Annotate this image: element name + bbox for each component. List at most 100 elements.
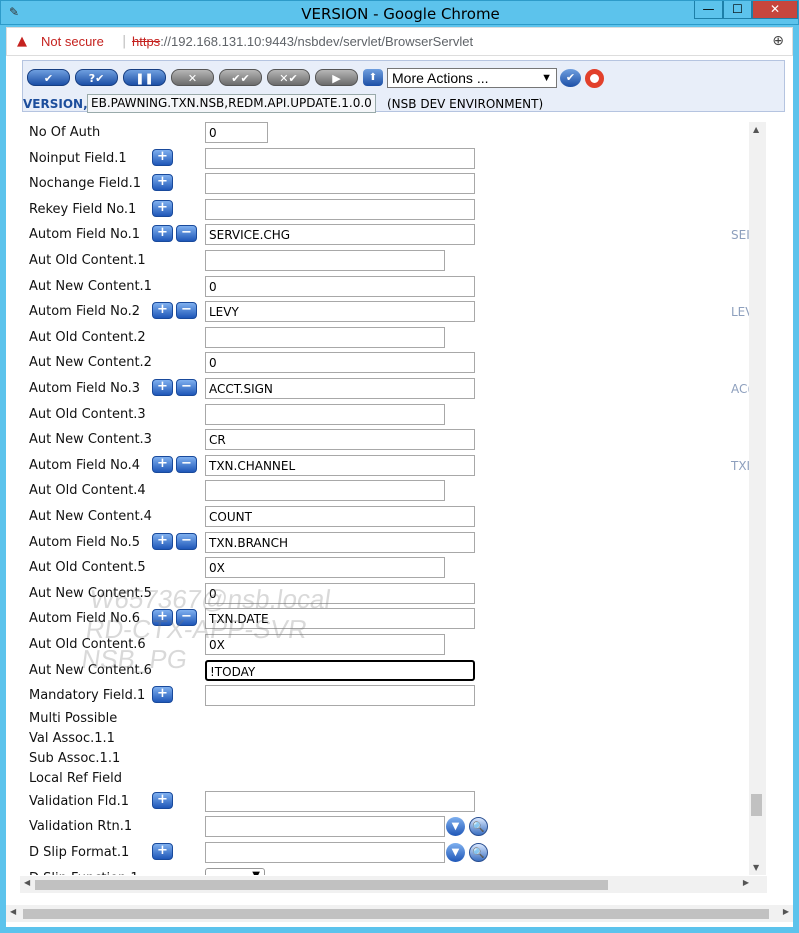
- field-input[interactable]: TXN.CHANNEL: [205, 455, 475, 476]
- toolbar-button-3[interactable]: ❚❚: [123, 69, 166, 86]
- add-icon[interactable]: +: [152, 174, 173, 191]
- field-input[interactable]: SERVICE.CHG: [205, 224, 475, 245]
- field-label: Aut Old Content.1: [29, 253, 146, 268]
- up-button[interactable]: ⬆: [363, 69, 383, 86]
- field-label: Aut New Content.2: [29, 355, 152, 370]
- scroll-right-icon[interactable]: ▶: [743, 878, 749, 887]
- field-input[interactable]: 0X: [205, 557, 445, 578]
- field-input[interactable]: CR: [205, 429, 475, 450]
- field-label: Autom Field No.3: [29, 381, 140, 396]
- page-horizontal-scrollbar[interactable]: ◀ ▶: [6, 905, 793, 922]
- field-label: Noinput Field.1: [29, 151, 127, 166]
- field-input[interactable]: ACCT.SIGN: [205, 378, 475, 399]
- remove-icon[interactable]: −: [176, 302, 197, 319]
- static-label: Local Ref Field: [29, 771, 122, 786]
- add-icon[interactable]: +: [152, 200, 173, 217]
- not-secure-label[interactable]: Not secure: [41, 34, 104, 49]
- chevron-down-icon: ▼: [541, 72, 552, 84]
- lookup-search-icon[interactable]: 🔍: [469, 817, 488, 836]
- field-label: Nochange Field.1: [29, 176, 142, 191]
- add-icon[interactable]: +: [152, 149, 173, 166]
- form-row: Aut New Content.3 CR: [20, 429, 767, 454]
- field-input[interactable]: TXN.BRANCH: [205, 532, 475, 553]
- scroll-up-icon[interactable]: ▲: [753, 125, 759, 134]
- field-label: No Of Auth: [29, 125, 101, 140]
- field-input[interactable]: [205, 199, 475, 220]
- add-icon[interactable]: +: [152, 533, 173, 550]
- field-input[interactable]: LEVY: [205, 301, 475, 322]
- window-title: VERSION - Google Chrome: [301, 5, 500, 23]
- add-icon[interactable]: +: [152, 686, 173, 703]
- toolbar-panel: ✔ ?✔ ❚❚ ✕ ✔✔ ✕✔ ▶ ⬆ More Actions ... ▼ ✔ VERSIO…: [22, 60, 785, 113]
- form-row: Aut Old Content.2: [20, 327, 767, 352]
- add-icon[interactable]: +: [152, 792, 173, 809]
- add-icon[interactable]: +: [152, 302, 173, 319]
- remove-icon[interactable]: −: [176, 225, 197, 242]
- add-icon[interactable]: +: [152, 225, 173, 242]
- scroll-thumb[interactable]: [35, 880, 608, 890]
- help-lifebuoy-icon[interactable]: [585, 69, 604, 88]
- field-label: Aut Old Content.4: [29, 483, 146, 498]
- field-input[interactable]: [205, 173, 475, 194]
- field-input[interactable]: 0: [205, 276, 475, 297]
- field-input[interactable]: 0: [205, 122, 268, 143]
- add-icon[interactable]: +: [152, 843, 173, 860]
- toolbar-button-4[interactable]: ✕: [171, 69, 214, 86]
- field-input[interactable]: [205, 250, 445, 271]
- field-input[interactable]: [205, 327, 445, 348]
- form-row: Validation Rtn.1 ▼ 🔍: [20, 816, 767, 841]
- field-label: Validation Fld.1: [29, 794, 130, 809]
- remove-icon[interactable]: −: [176, 379, 197, 396]
- more-actions-select[interactable]: More Actions ... ▼: [387, 68, 557, 88]
- add-icon[interactable]: +: [152, 379, 173, 396]
- toolbar-button-6[interactable]: ✕✔: [267, 69, 310, 86]
- field-input[interactable]: 0: [205, 352, 475, 373]
- scroll-left-icon[interactable]: ◀: [10, 907, 16, 916]
- field-label: Aut Old Content.3: [29, 407, 146, 422]
- remove-icon[interactable]: −: [176, 456, 197, 473]
- more-actions-value: More Actions ...: [392, 70, 489, 86]
- field-input[interactable]: [205, 685, 475, 706]
- field-label: Aut New Content.1: [29, 279, 152, 294]
- horizontal-scrollbar[interactable]: ◀ ▶: [20, 876, 767, 893]
- add-icon[interactable]: +: [152, 456, 173, 473]
- dropdown-icon[interactable]: ▼: [446, 817, 465, 836]
- function-select[interactable]: ▼: [205, 868, 265, 875]
- field-input[interactable]: [205, 842, 445, 863]
- remove-icon[interactable]: −: [176, 533, 197, 550]
- static-label: Multi Possible: [29, 711, 118, 726]
- url-text[interactable]: https://192.168.131.10:9443/nsbdev/servl…: [132, 34, 473, 49]
- ok-button[interactable]: ✔: [560, 69, 581, 87]
- static-label: Sub Assoc.1.1: [29, 751, 121, 766]
- form-row: Rekey Field No.1 +: [20, 199, 767, 224]
- field-label: Autom Field No.5: [29, 535, 140, 550]
- form-row: Autom Field No.3 + − ACCT.SIGN AC(: [20, 378, 767, 403]
- scroll-right-icon[interactable]: ▶: [783, 907, 789, 916]
- field-label: Autom Field No.4: [29, 458, 140, 473]
- field-input[interactable]: [205, 404, 445, 425]
- vertical-scrollbar[interactable]: ▲ ▼: [749, 122, 766, 875]
- scroll-left-icon[interactable]: ◀: [24, 878, 30, 887]
- form-row: D Slip Format.1 + ▼ 🔍: [20, 842, 767, 867]
- lookup-search-icon[interactable]: 🔍: [469, 843, 488, 862]
- field-input[interactable]: [205, 791, 475, 812]
- toolbar-button-2[interactable]: ?✔: [75, 69, 118, 86]
- dropdown-icon[interactable]: ▼: [446, 843, 465, 862]
- url-rest: ://192.168.131.10:9443/nsbdev/servlet/Br…: [160, 34, 474, 49]
- field-input[interactable]: [205, 816, 445, 837]
- close-button[interactable]: ✕: [752, 1, 798, 19]
- minimize-button[interactable]: —: [694, 1, 723, 19]
- address-bar[interactable]: ▲ Not secure | https://192.168.131.10:94…: [6, 27, 793, 56]
- zoom-icon[interactable]: ⊕: [772, 33, 784, 49]
- scroll-thumb[interactable]: [23, 909, 769, 919]
- maximize-button[interactable]: ☐: [723, 1, 752, 19]
- toolbar-button-1[interactable]: ✔: [27, 69, 70, 86]
- toolbar-button-7[interactable]: ▶: [315, 69, 358, 86]
- field-input[interactable]: [205, 148, 475, 169]
- form-row: Nochange Field.1 +: [20, 173, 767, 198]
- scroll-down-icon[interactable]: ▼: [753, 863, 759, 872]
- scroll-thumb[interactable]: [751, 794, 762, 816]
- field-input[interactable]: COUNT: [205, 506, 475, 527]
- field-input[interactable]: [205, 480, 445, 501]
- toolbar-button-5[interactable]: ✔✔: [219, 69, 262, 86]
